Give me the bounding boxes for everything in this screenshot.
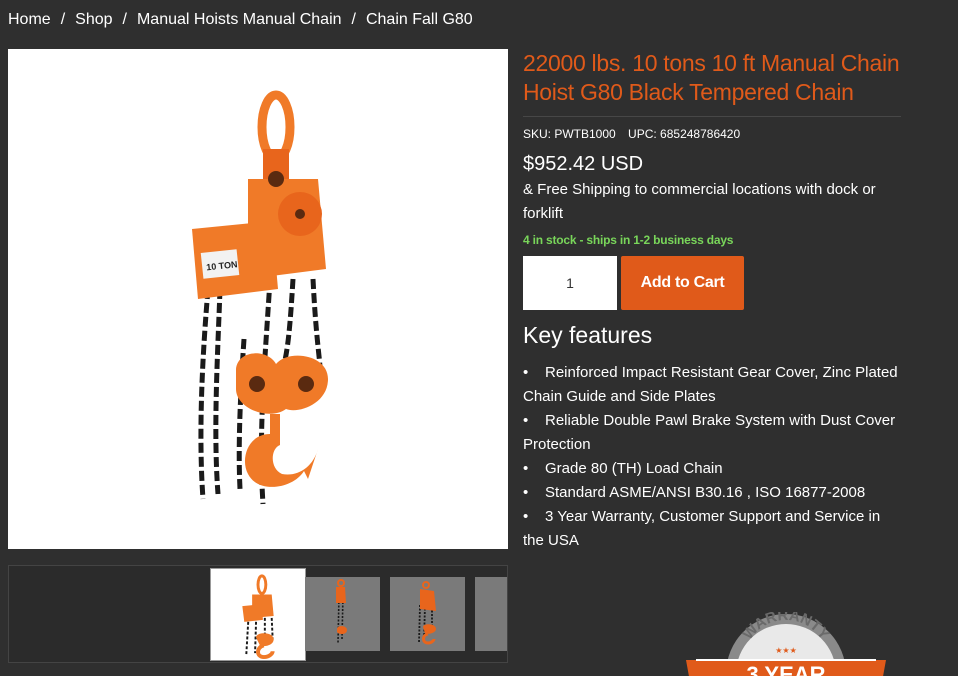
hoist-thumbnail-icon [242, 574, 275, 660]
breadcrumb: Home / Shop / Manual Hoists Manual Chain… [8, 11, 473, 29]
chain-hoist-image: 10 TON [192, 90, 328, 505]
feature-item: • 3 Year Warranty, Customer Support and S… [523, 505, 903, 553]
thumbnail-1[interactable] [210, 568, 306, 661]
product-price: $952.42 USD [523, 153, 644, 175]
features-list: • Reinforced Impact Resistant Gear Cover,… [523, 361, 903, 553]
breadcrumb-shop[interactable]: Shop [75, 11, 112, 29]
upc-text: UPC: 685248786420 [628, 127, 741, 141]
warranty-badge: WARRANTY ★★★ 3 YEAR [686, 607, 886, 676]
product-codes: SKU: PWTB1000 UPC: 685248786420 [523, 127, 903, 141]
shipping-text: & Free Shipping to commercial locations … [523, 181, 876, 222]
bullet-icon: • [523, 460, 529, 477]
thumbnail-3[interactable] [390, 577, 465, 651]
product-title: 22000 lbs. 10 tons 10 ft Manual Chain Ho… [523, 50, 900, 105]
hoist-thumbnail-icon [418, 581, 436, 645]
bullet-icon: • [523, 508, 529, 525]
feature-item: • Reliable Double Pawl Brake System with … [523, 409, 903, 457]
add-to-cart-form: Add to Cart [523, 256, 903, 310]
breadcrumb-category[interactable]: Manual Hoists Manual Chain [137, 11, 342, 29]
sku-text: SKU: PWTB1000 [523, 127, 616, 141]
product-info: 22000 lbs. 10 tons 10 ft Manual Chain Ho… [523, 49, 903, 553]
breadcrumb-separator: / [122, 11, 127, 28]
bullet-icon: • [523, 484, 529, 501]
breadcrumb-separator: / [60, 11, 66, 28]
feature-item: • Grade 80 (TH) Load Chain [523, 457, 903, 481]
thumbnail-strip [8, 565, 508, 663]
svg-text:★★★: ★★★ [775, 646, 797, 655]
feature-item: • Reinforced Impact Resistant Gear Cover,… [523, 361, 903, 409]
svg-text:3 YEAR: 3 YEAR [746, 662, 825, 676]
breadcrumb-home[interactable]: Home [8, 11, 51, 29]
features-heading: Key features [523, 322, 653, 348]
bullet-icon: • [523, 412, 529, 429]
thumbnail-4[interactable] [475, 577, 507, 651]
breadcrumb-separator: / [351, 11, 356, 28]
thumbnail-2[interactable] [305, 577, 380, 651]
stock-status: 4 in stock - ships in 1-2 business days [523, 233, 734, 247]
hoist-thumbnail-icon [336, 579, 347, 644]
product-main-image[interactable]: 10 TON [8, 49, 508, 549]
feature-item: • Standard ASME/ANSI B30.16 , ISO 16877-2… [523, 481, 903, 505]
divider [523, 116, 901, 117]
add-to-cart-button[interactable]: Add to Cart [621, 256, 744, 310]
warranty-badge-icon: WARRANTY ★★★ 3 YEAR [686, 607, 886, 676]
quantity-input[interactable] [523, 256, 617, 310]
bullet-icon: • [523, 364, 529, 381]
breadcrumb-subcategory[interactable]: Chain Fall G80 [366, 11, 473, 29]
